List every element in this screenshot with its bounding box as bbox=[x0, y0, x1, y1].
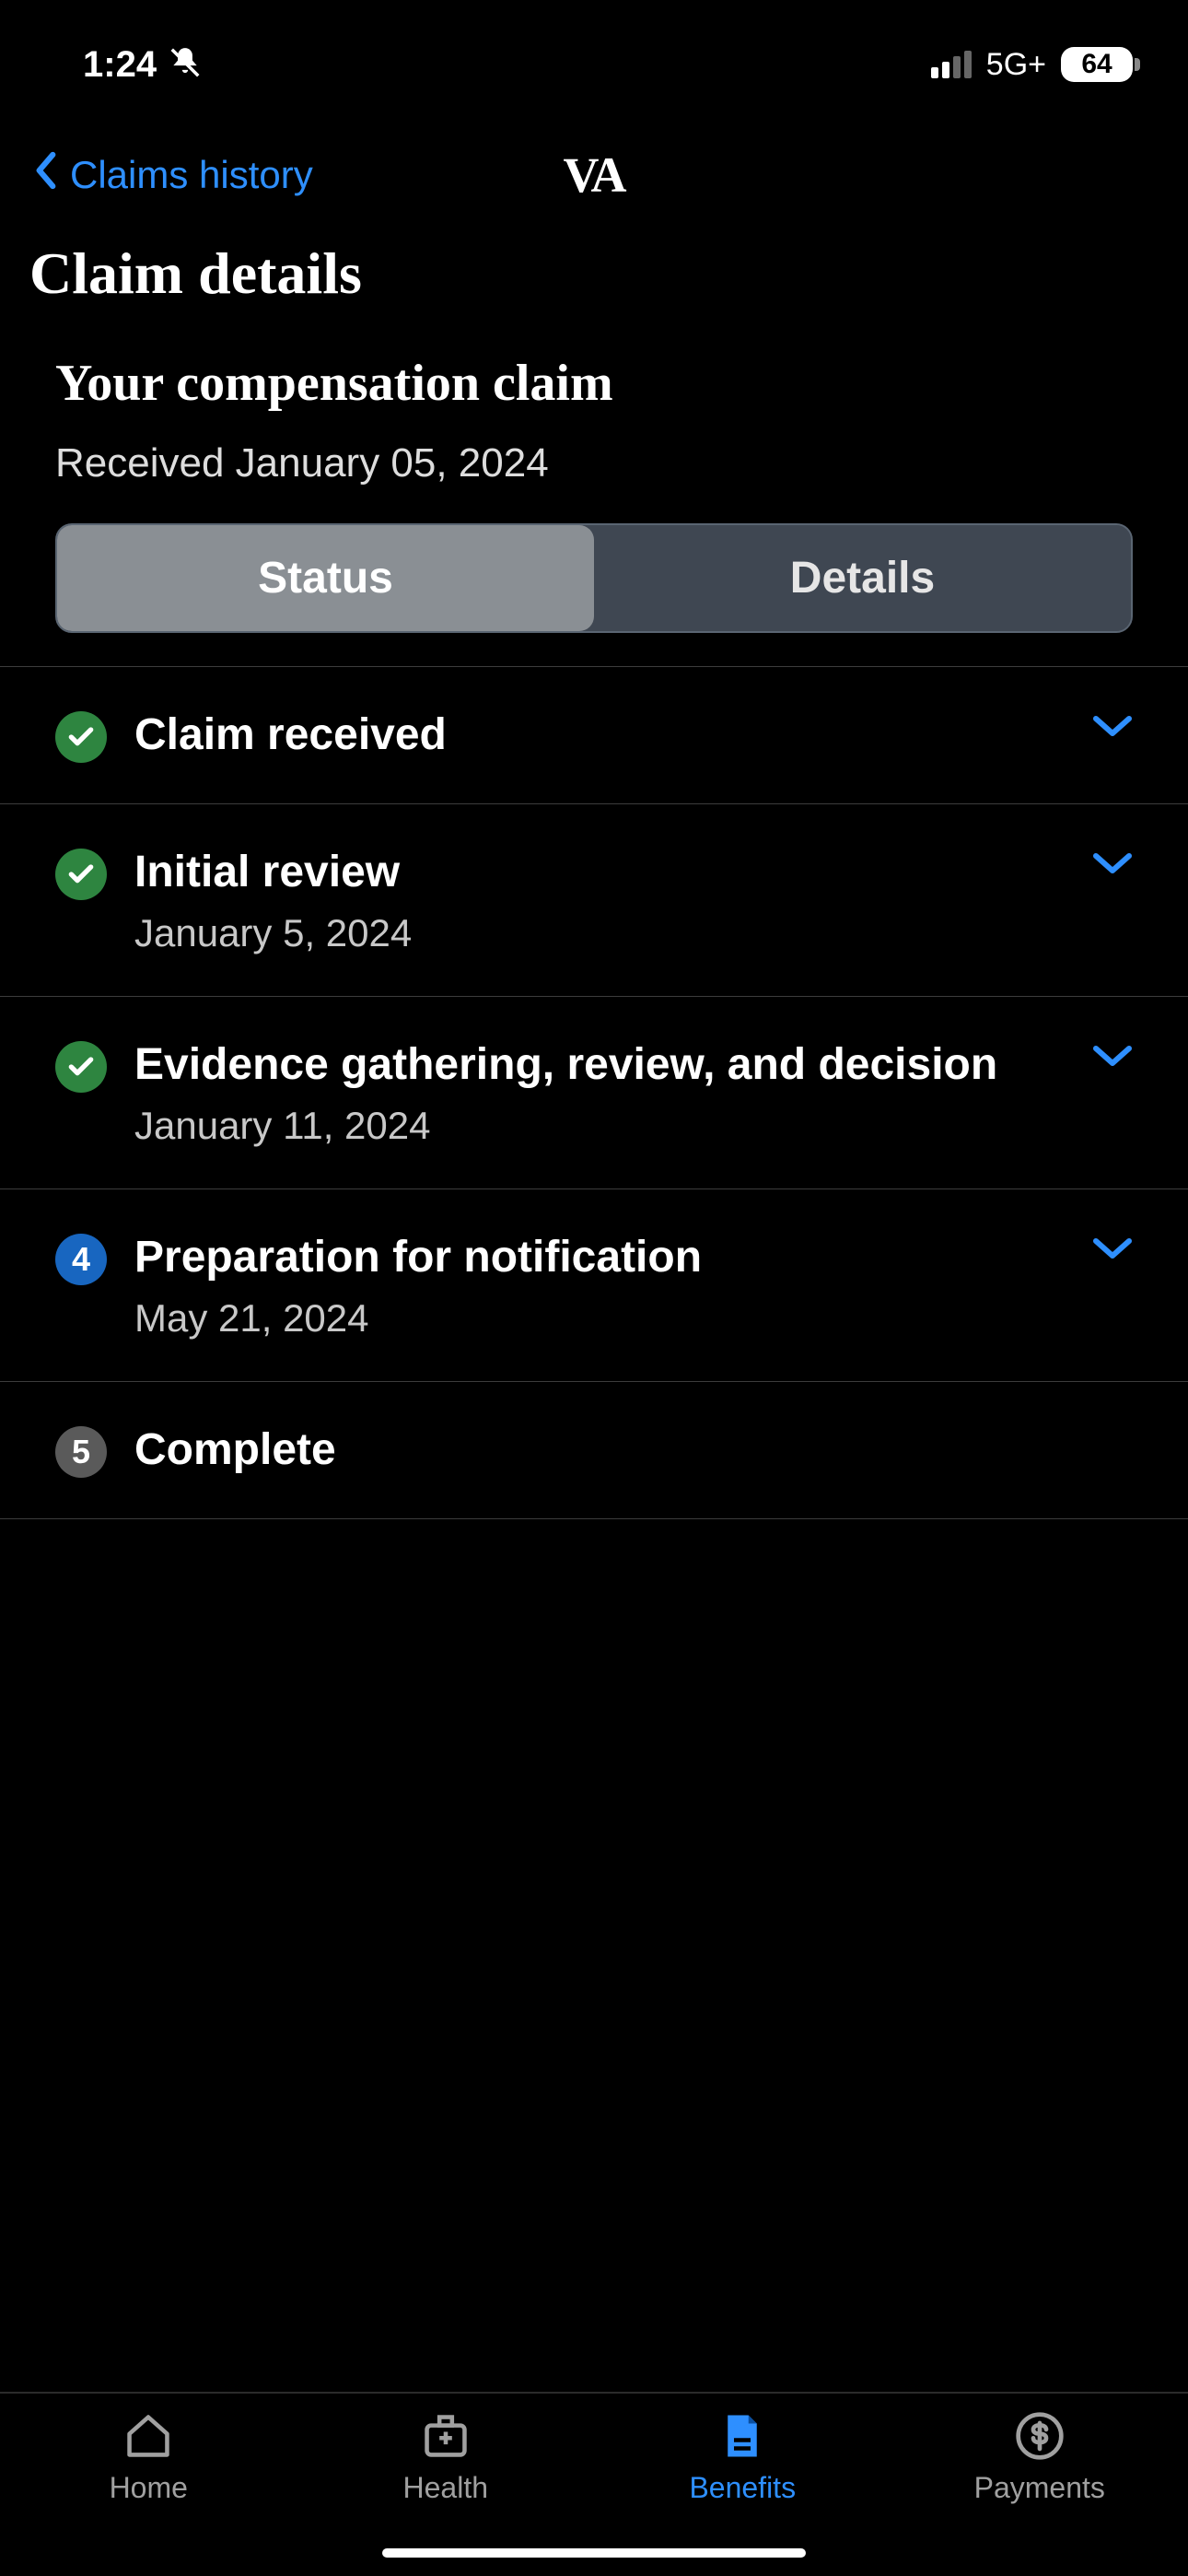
tab-label: Payments bbox=[974, 2471, 1105, 2505]
step-date: January 11, 2024 bbox=[134, 1104, 1133, 1148]
check-icon bbox=[55, 1041, 107, 1093]
tab-details[interactable]: Details bbox=[594, 525, 1131, 631]
step-date: May 21, 2024 bbox=[134, 1296, 1133, 1341]
tab-label: Home bbox=[110, 2471, 188, 2505]
step-title: Claim received bbox=[134, 708, 1133, 763]
status-right: 5G+ 64 bbox=[931, 47, 1133, 83]
signal-icon bbox=[931, 51, 972, 78]
step-title: Complete bbox=[134, 1423, 1133, 1478]
brand-title: VA bbox=[563, 146, 624, 204]
medkit-icon bbox=[416, 2410, 475, 2462]
step-date: January 5, 2024 bbox=[134, 911, 1133, 955]
step-complete[interactable]: 5 Complete bbox=[0, 1382, 1188, 1519]
step-claim-received[interactable]: Claim received bbox=[0, 667, 1188, 804]
step-initial-review[interactable]: Initial review January 5, 2024 bbox=[0, 804, 1188, 997]
check-icon bbox=[55, 711, 107, 763]
chevron-down-icon bbox=[1092, 850, 1133, 881]
dollar-circle-icon bbox=[1010, 2410, 1069, 2462]
step-number-icon: 4 bbox=[55, 1234, 107, 1285]
chevron-down-icon bbox=[1092, 1043, 1133, 1073]
step-title: Initial review bbox=[134, 845, 1133, 900]
mute-icon bbox=[168, 45, 203, 85]
status-bar: 1:24 5G+ 64 bbox=[0, 0, 1188, 111]
chevron-down-icon bbox=[1092, 1235, 1133, 1266]
tab-label: Benefits bbox=[689, 2471, 796, 2505]
check-icon bbox=[55, 849, 107, 900]
step-number-icon: 5 bbox=[55, 1426, 107, 1478]
step-preparation-notification[interactable]: 4 Preparation for notification May 21, 2… bbox=[0, 1189, 1188, 1382]
back-label: Claims history bbox=[70, 153, 313, 197]
battery-level: 64 bbox=[1061, 47, 1133, 82]
tab-status[interactable]: Status bbox=[57, 525, 594, 631]
clock: 1:24 bbox=[83, 44, 157, 86]
claim-heading: Your compensation claim bbox=[0, 335, 1188, 422]
battery-icon: 64 bbox=[1061, 47, 1133, 82]
step-title: Preparation for notification bbox=[134, 1230, 1133, 1285]
tab-payments[interactable]: Payments bbox=[891, 2410, 1188, 2576]
claim-steps-list: Claim received Initial review January 5,… bbox=[0, 666, 1188, 1519]
chevron-down-icon bbox=[1092, 713, 1133, 744]
page-title: Claim details bbox=[0, 221, 1188, 335]
nav-header: Claims history VA bbox=[0, 111, 1188, 221]
network-type: 5G+ bbox=[986, 47, 1046, 83]
step-title: Evidence gathering, review, and decision bbox=[134, 1037, 1133, 1093]
segmented-control: Status Details bbox=[0, 523, 1188, 666]
home-indicator[interactable] bbox=[382, 2548, 806, 2558]
tab-label: Health bbox=[403, 2471, 489, 2505]
tab-home[interactable]: Home bbox=[0, 2410, 297, 2576]
status-left: 1:24 bbox=[83, 44, 203, 86]
chevron-left-icon bbox=[29, 150, 63, 200]
step-evidence-gathering[interactable]: Evidence gathering, review, and decision… bbox=[0, 997, 1188, 1189]
back-button[interactable]: Claims history bbox=[29, 150, 313, 200]
claim-received-line: Received January 05, 2024 bbox=[0, 422, 1188, 523]
document-icon bbox=[713, 2410, 772, 2462]
home-icon bbox=[119, 2410, 178, 2462]
